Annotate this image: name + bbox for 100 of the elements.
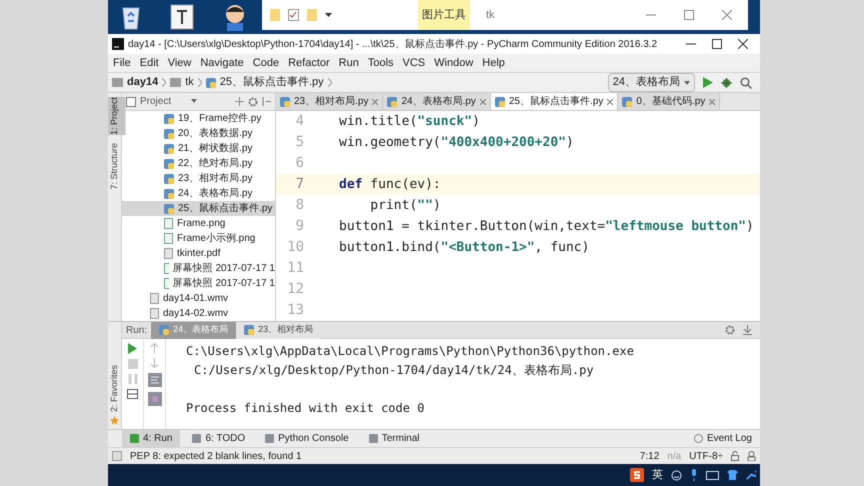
scroll-to-end-icon[interactable]	[148, 392, 162, 406]
folder-icon	[170, 78, 182, 87]
soft-wrap-icon[interactable]	[148, 373, 162, 387]
run-configuration-dropdown[interactable]: 24、表格布局	[608, 73, 695, 92]
folder-icon	[307, 9, 317, 21]
microphone-icon[interactable]	[690, 469, 698, 481]
tree-item[interactable]: Frame.png	[122, 216, 275, 231]
menu-item[interactable]: Navigate	[199, 54, 245, 72]
caret-position[interactable]: 7:12	[640, 448, 660, 464]
code-line: win.title("sunck")	[339, 112, 480, 131]
line-number: 5	[294, 133, 304, 152]
code-line: win.geometry("400x400+200+20")	[339, 134, 574, 152]
console-output: C:\Users\xlg\AppData\Local\Programs\Python\Python36\python.exe	[186, 342, 634, 360]
run-icon[interactable]	[703, 77, 713, 88]
inspector-icon[interactable]	[747, 451, 756, 461]
lock-icon[interactable]	[731, 451, 739, 461]
input-mode-indicator[interactable]: 英	[652, 466, 663, 484]
shirt-icon[interactable]	[727, 470, 738, 480]
chevron-icon	[328, 78, 332, 87]
tool-window-button[interactable]: 4: Run	[122, 430, 180, 447]
tool-window-tab[interactable]: 1: Project	[108, 97, 126, 136]
editor-tab[interactable]: 23、相对布局.py	[276, 93, 384, 110]
file-icon	[164, 248, 173, 259]
python-file-icon	[164, 174, 174, 184]
menu-item[interactable]: Window	[433, 54, 474, 72]
python-file-icon	[280, 96, 290, 106]
checklist-icon	[288, 9, 299, 21]
console-output: C:/Users/xlg/Desktop/Python-1704/day14/tk/24、表格布局.py	[193, 362, 595, 379]
line-number: 4	[294, 112, 304, 131]
hide-icon[interactable]	[743, 325, 752, 335]
line-number: 6	[294, 154, 304, 173]
tool-window-button[interactable]: Terminal	[360, 430, 428, 447]
python-file-icon	[164, 128, 174, 138]
editor-tab[interactable]: 25、鼠标点击事件.py	[490, 93, 618, 110]
tree-item[interactable]: 25、鼠标点击事件.py	[122, 201, 275, 216]
breadcrumb-item[interactable]: day14	[127, 74, 158, 91]
window-title: tk	[486, 8, 495, 23]
panel-title[interactable]: Project	[140, 94, 172, 109]
tool-window-icon	[130, 434, 139, 443]
code-line: def func(ev):	[339, 176, 441, 194]
chevron-icon	[198, 78, 202, 87]
breadcrumb-item[interactable]: tk	[185, 74, 194, 91]
menu-item[interactable]: VCS	[402, 54, 426, 72]
line-number: 9	[294, 217, 304, 236]
dropdown-icon[interactable]	[191, 99, 198, 104]
menu-item[interactable]: Code	[252, 54, 280, 72]
input-method-logo-icon[interactable]	[630, 468, 644, 482]
console-output: Process finished with exit code 0	[186, 400, 426, 416]
event-log-button[interactable]: Event Log	[694, 431, 760, 446]
up-arrow-icon	[150, 343, 159, 353]
python-file-icon	[164, 204, 174, 214]
line-number: 8	[294, 196, 304, 215]
menu-item[interactable]: Tools	[366, 54, 395, 72]
smiley-icon[interactable]	[671, 470, 682, 480]
breadcrumb-item[interactable]: 25、鼠标点击事件.py	[220, 74, 324, 91]
run-icon[interactable]	[128, 343, 137, 354]
search-icon[interactable]	[740, 76, 752, 88]
star-icon[interactable]	[110, 416, 119, 425]
keyboard-icon[interactable]	[706, 470, 719, 480]
line-number: 10	[286, 238, 304, 257]
stop-icon	[128, 359, 138, 369]
editor-tab[interactable]: 0、基础代码.py	[618, 93, 720, 110]
tree-item[interactable]: 屏幕快照 2017-07-17 1	[122, 276, 275, 291]
menu-item[interactable]: Refactor	[287, 54, 331, 72]
collapse-icon[interactable]	[262, 97, 271, 106]
maximize-icon[interactable]	[712, 39, 722, 49]
menu-item[interactable]: File	[112, 54, 132, 72]
folder-icon	[270, 9, 280, 21]
tool-window-button[interactable]: 6: TODO	[184, 430, 254, 447]
menu-item[interactable]: View	[166, 54, 192, 72]
tool-window-button[interactable]: Python Console	[257, 430, 357, 447]
debug-icon[interactable]	[721, 77, 732, 88]
settings-icon[interactable]	[725, 325, 735, 335]
python-file-icon	[164, 144, 174, 154]
tree-item[interactable]: Frame小示例.png	[122, 231, 275, 246]
dropdown-icon[interactable]	[684, 80, 690, 84]
tree-item[interactable]: tkinter.pdf	[122, 246, 275, 261]
settings-icon[interactable]	[248, 96, 258, 106]
layout-icon[interactable]	[127, 389, 138, 399]
tree-item[interactable]: 屏幕快照 2017-07-17 1	[122, 261, 275, 276]
status-toggle-icon[interactable]	[112, 451, 122, 461]
file-encoding[interactable]: UTF-8÷	[689, 448, 723, 464]
file-icon	[150, 293, 159, 304]
menu-item[interactable]: Help	[481, 54, 506, 72]
dropdown-icon	[325, 12, 332, 18]
python-file-icon	[164, 114, 174, 124]
close-icon[interactable]	[738, 39, 748, 49]
menu-item[interactable]: Edit	[138, 54, 160, 72]
down-arrow-icon	[150, 358, 159, 368]
line-number: 11	[286, 259, 304, 278]
run-tab[interactable]: 23、相对布局	[236, 322, 322, 338]
editor-tab[interactable]: 24、表格布局.py	[383, 93, 491, 110]
python-file-icon	[164, 158, 174, 168]
crosshair-icon[interactable]	[235, 97, 244, 106]
panel-title: Run:	[125, 324, 148, 338]
ribbon-tab[interactable]: 图片工具	[418, 0, 470, 30]
python-file-icon	[494, 96, 505, 106]
menu-item[interactable]: Run	[338, 54, 360, 72]
tree-item[interactable]: day14-01.wmv	[122, 291, 275, 306]
tree-item[interactable]: day14-02.wmv	[122, 306, 275, 321]
